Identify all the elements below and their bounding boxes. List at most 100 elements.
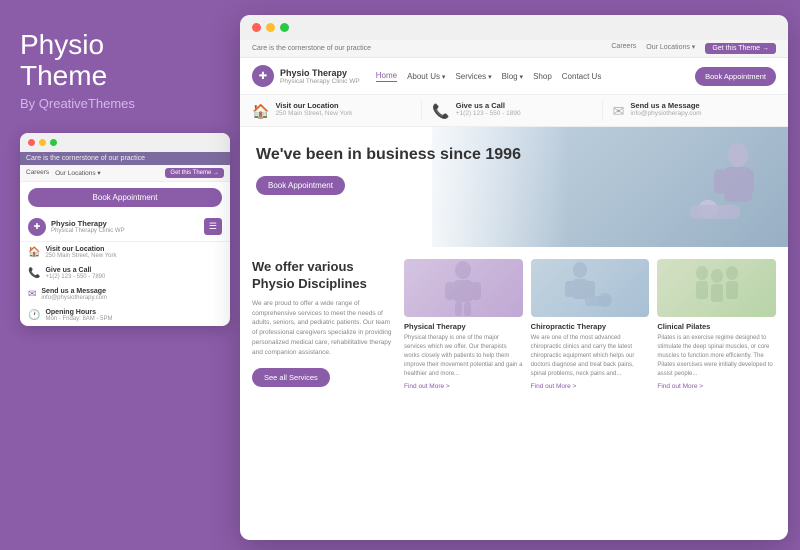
main-heading: We offer various Physio Disciplines <box>252 259 392 293</box>
site-get-theme-btn[interactable]: Get this Theme → <box>705 43 776 54</box>
mini-nav-locations[interactable]: Our Locations ▾ <box>55 169 101 177</box>
mini-book-btn-label: Book Appointment <box>93 193 158 202</box>
hero-cta-btn[interactable]: Book Appointment <box>256 176 345 195</box>
phone-text: Give us a Call +1(2) 123 - 550 - 1890 <box>456 101 521 117</box>
nav-link-home[interactable]: Home <box>376 71 397 82</box>
site-logo-name: Physio Therapy <box>280 68 360 78</box>
mini-location-text: Visit our Location 250 Main Street, New … <box>45 246 116 259</box>
mini-browser: Care is the cornerstone of our practice … <box>20 133 230 326</box>
mini-brand-row: ✚ Physio Therapy Physical Therapy Clinic… <box>20 213 230 242</box>
site-logo: ✚ Physio Therapy Physical Therapy Clinic… <box>252 65 360 87</box>
mini-hours-sub: Mon - Friday: 8AM - 5PM <box>45 316 112 322</box>
nav-link-about[interactable]: About Us <box>407 72 445 81</box>
service-card-cp: Clinical Pilates Pilates is an exercise … <box>657 259 776 390</box>
nav-link-services[interactable]: Services <box>455 72 491 81</box>
mini-nav-careers[interactable]: Careers <box>26 169 49 176</box>
mini-hours-title: Opening Hours <box>45 309 112 316</box>
phone-title: Give us a Call <box>456 101 521 110</box>
mini-phone-sub: +1(2) 123 - 550 - 7890 <box>45 274 105 280</box>
main-dot-yellow <box>266 23 275 32</box>
dot-red <box>28 139 35 146</box>
pt-title: Physical Therapy <box>404 322 523 331</box>
service-card-img-pt <box>404 259 523 317</box>
pt-body: Physical therapy is one of the major ser… <box>404 334 523 379</box>
location-icon: 🏠 <box>252 103 269 120</box>
ct-link-text: Find out More <box>531 383 571 390</box>
service-card-ct: Chiropractic Therapy We are one of the m… <box>531 259 650 390</box>
mini-phone-text: Give us a Call +1(2) 123 - 550 - 7890 <box>45 267 105 280</box>
service-card-pt: Physical Therapy Physical therapy is one… <box>404 259 523 390</box>
brand-title: Physio Theme <box>20 30 228 92</box>
mini-info-phone: 📞 Give us a Call +1(2) 123 - 550 - 7890 <box>20 263 230 284</box>
mini-book-appointment-btn[interactable]: Book Appointment <box>28 188 222 207</box>
hero-content: We've been in business since 1996 Book A… <box>240 127 788 213</box>
mini-info-location: 🏠 Visit our Location 250 Main Street, Ne… <box>20 242 230 263</box>
main-browser: Care is the cornerstone of our practice … <box>240 15 788 540</box>
dot-green <box>50 139 57 146</box>
email-sub: info@physiotherapy.com <box>630 110 701 117</box>
site-nav: ✚ Physio Therapy Physical Therapy Clinic… <box>240 58 788 95</box>
service-card-img-cp <box>657 259 776 317</box>
mini-location-sub: 250 Main Street, New York <box>45 253 116 259</box>
site-topbar-careers[interactable]: Careers <box>611 43 636 54</box>
ct-find-out-link[interactable]: Find out More <box>531 383 650 390</box>
ct-body: We are one of the most advanced chiropra… <box>531 334 650 379</box>
site-topbar: Care is the cornerstone of our practice … <box>240 40 788 58</box>
cp-body: Pilates is an exercise regime designed t… <box>657 334 776 379</box>
mini-location-title: Visit our Location <box>45 246 116 253</box>
mini-brand-name: Physio Therapy <box>51 219 125 228</box>
see-services-label: See all Services <box>264 373 318 382</box>
service-card-img-ct <box>531 259 650 317</box>
site-topbar-locations[interactable]: Our Locations ▾ <box>646 43 695 54</box>
mini-brand-icon: ✚ <box>28 218 46 236</box>
email-title: Send us a Message <box>630 101 701 110</box>
site-book-appointment-btn[interactable]: Book Appointment <box>695 67 776 86</box>
mini-email-sub: info@physiotherapy.com <box>41 295 107 301</box>
site-logo-icon: ✚ <box>252 65 274 87</box>
cp-silhouette <box>657 259 776 317</box>
mini-phone-title: Give us a Call <box>45 267 105 274</box>
ct-silhouette <box>531 259 650 317</box>
email-text: Send us a Message info@physiotherapy.com <box>630 101 701 117</box>
mini-email-icon: ✉ <box>28 289 36 300</box>
mini-hamburger-btn[interactable]: ☰ <box>204 218 222 235</box>
main-browser-bar <box>240 15 788 40</box>
phone-icon: 📞 <box>432 103 449 120</box>
mini-email-title: Send us a Message <box>41 288 107 295</box>
site-book-btn-label: Book Appointment <box>705 72 766 81</box>
brand-title-bold: Physio <box>20 30 228 61</box>
ct-title: Chiropractic Therapy <box>531 322 650 331</box>
hero-section: We've been in business since 1996 Book A… <box>240 127 788 247</box>
nav-link-blog[interactable]: Blog <box>502 72 523 81</box>
mini-topbar-text: Care is the cornerstone of our practice <box>26 155 145 162</box>
brand-by: By QreativeThemes <box>20 96 228 111</box>
info-location: 🏠 Visit our Location 250 Main Street, Ne… <box>252 101 415 120</box>
mini-brand-text: Physio Therapy Physical Therapy Clinic W… <box>51 219 125 234</box>
mini-get-theme-btn[interactable]: Get this Theme → <box>165 168 224 178</box>
nav-link-contact[interactable]: Contact Us <box>562 72 602 81</box>
site-topbar-right: Careers Our Locations ▾ Get this Theme → <box>611 43 776 54</box>
phone-sub: +1(2) 123 - 550 - 1890 <box>456 110 521 117</box>
site-logo-sub: Physical Therapy Clinic WP <box>280 78 360 85</box>
nav-link-shop[interactable]: Shop <box>533 72 552 81</box>
pt-find-out-link[interactable]: Find out More <box>404 383 523 390</box>
pt-silhouette <box>404 259 523 317</box>
mini-phone-icon: 📞 <box>28 268 40 279</box>
mini-browser-bar <box>20 133 230 152</box>
main-body-text: We are proud to offer a wide range of co… <box>252 299 392 358</box>
mini-nav: Careers Our Locations ▾ Get this Theme → <box>20 165 230 182</box>
mini-location-icon: 🏠 <box>28 247 40 258</box>
location-title: Visit our Location <box>275 101 352 110</box>
mini-hours-text: Opening Hours Mon - Friday: 8AM - 5PM <box>45 309 112 322</box>
site-logo-text: Physio Therapy Physical Therapy Clinic W… <box>280 68 360 85</box>
dot-yellow <box>39 139 46 146</box>
cp-link-text: Find out More <box>657 383 697 390</box>
cp-find-out-link[interactable]: Find out More <box>657 383 776 390</box>
see-services-btn[interactable]: See all Services <box>252 368 330 387</box>
brand-title-regular: Theme <box>20 61 228 92</box>
email-icon: ✉ <box>613 103 625 120</box>
mini-hours-icon: 🕐 <box>28 310 40 321</box>
mini-email-text: Send us a Message info@physiotherapy.com <box>41 288 107 301</box>
cp-title: Clinical Pilates <box>657 322 776 331</box>
mini-info-email: ✉ Send us a Message info@physiotherapy.c… <box>20 284 230 305</box>
